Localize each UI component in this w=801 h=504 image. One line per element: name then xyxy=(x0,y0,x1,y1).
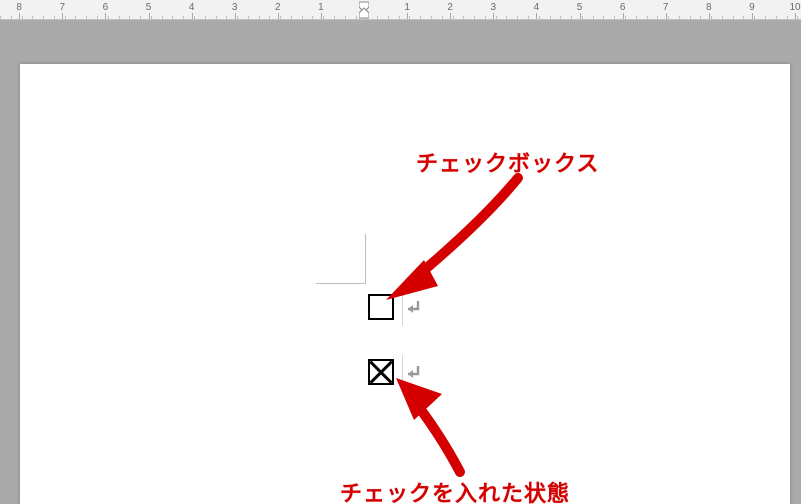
ruler-label: 2 xyxy=(447,2,453,13)
annotation-arrow-top-icon xyxy=(380,164,540,304)
ruler-label: 9 xyxy=(749,2,755,13)
ruler-label: 5 xyxy=(146,2,152,13)
ruler-label: 10 xyxy=(789,2,800,13)
ruler-label: 3 xyxy=(491,2,497,13)
ruler-label: 8 xyxy=(16,2,22,13)
ruler-label: 5 xyxy=(577,2,583,13)
gutter xyxy=(0,20,801,64)
ruler-label: 4 xyxy=(534,2,540,13)
horizontal-ruler[interactable]: 1 2 3 4 5 6 7 8 1 2 3 4 5 6 7 8 9 10 xyxy=(0,0,801,20)
ruler-label: 1 xyxy=(404,2,410,13)
document-page[interactable]: チェックボックス チェックを入れた状態 xyxy=(20,64,790,504)
ruler-label: 4 xyxy=(189,2,195,13)
ruler-label: 8 xyxy=(706,2,712,13)
ruler-label: 3 xyxy=(232,2,238,13)
ruler-label: 1 xyxy=(318,2,324,13)
ruler-label: 7 xyxy=(663,2,669,13)
ruler-label: 6 xyxy=(103,2,109,13)
margin-guide-icon xyxy=(316,234,366,284)
indent-marker-icon[interactable] xyxy=(359,0,369,20)
annotation-arrow-bottom-icon xyxy=(390,374,510,484)
ruler-label: 6 xyxy=(620,2,626,13)
ruler-label: 7 xyxy=(60,2,66,13)
ruler-label: 2 xyxy=(275,2,281,13)
